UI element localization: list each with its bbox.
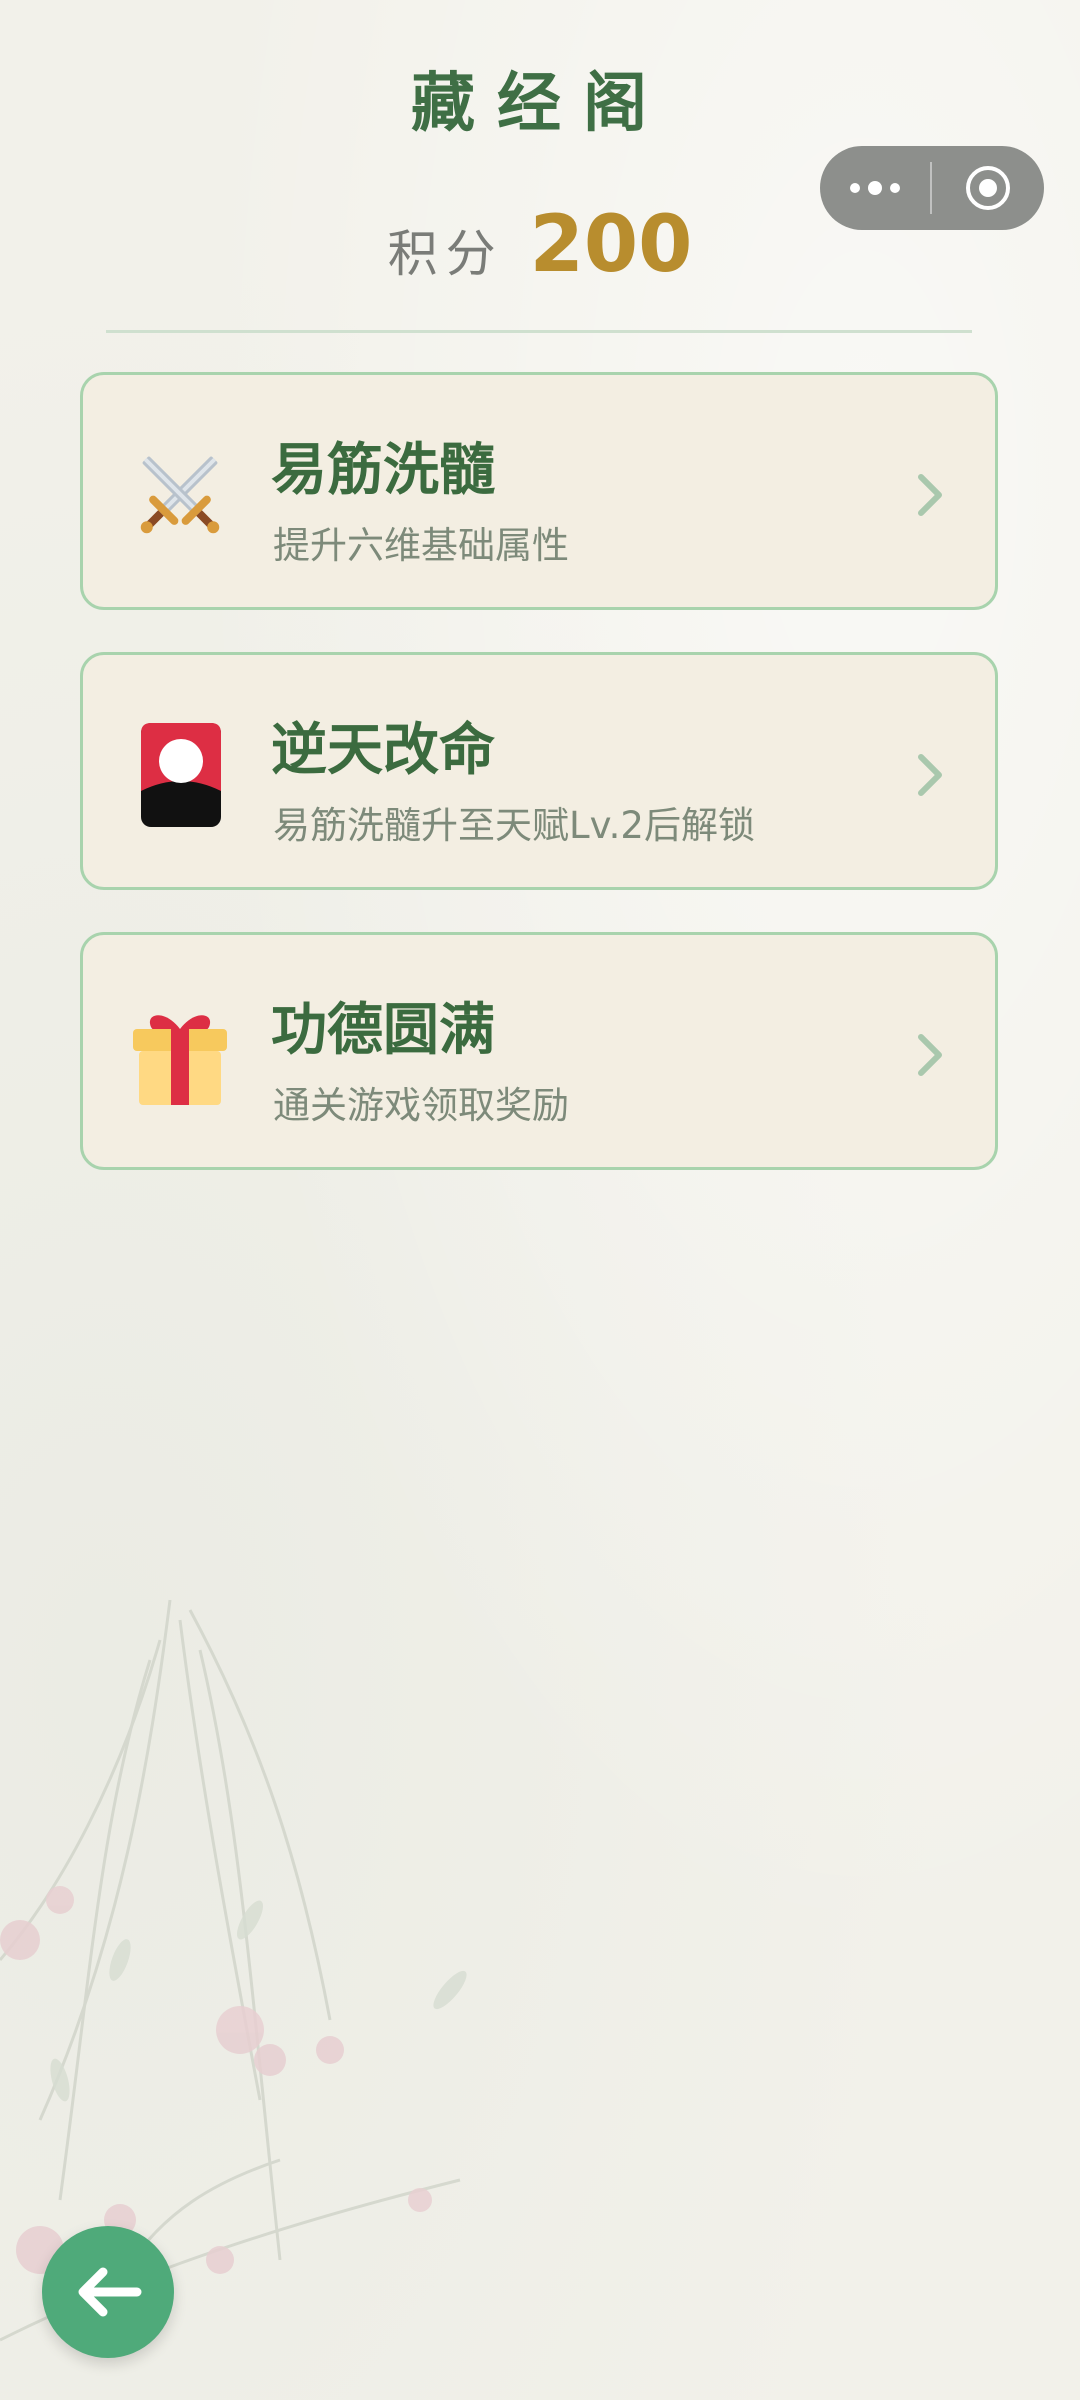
menu-card-defy-fate[interactable]: 逆天改命 易筋洗髓升至天赋Lv.2后解锁 xyxy=(80,652,998,890)
card-subtitle: 易筋洗髓升至天赋Lv.2后解锁 xyxy=(273,804,755,847)
menu-card-merit-complete[interactable]: 功德圆满 通关游戏领取奖励 xyxy=(80,932,998,1170)
arrow-left-icon xyxy=(78,2267,142,2317)
chevron-right-icon xyxy=(918,474,942,516)
header-divider xyxy=(106,330,972,333)
fate-card-icon xyxy=(141,723,221,827)
page-title: 藏经阁 xyxy=(411,67,669,141)
chevron-right-icon xyxy=(918,754,942,796)
menu-card-tendon-marrow[interactable]: 易筋洗髓 提升六维基础属性 xyxy=(80,372,998,610)
chevron-right-icon xyxy=(918,1034,942,1076)
card-title: 易筋洗髓 xyxy=(271,438,495,503)
score-display: 积分 200 xyxy=(0,200,1080,290)
gift-icon xyxy=(133,1015,227,1105)
back-button[interactable] xyxy=(42,2226,174,2358)
score-value: 200 xyxy=(529,200,693,290)
score-label: 积分 xyxy=(387,225,504,283)
card-title: 功德圆满 xyxy=(271,998,495,1063)
crossed-swords-icon xyxy=(140,456,220,534)
card-subtitle: 通关游戏领取奖励 xyxy=(273,1084,569,1127)
card-title: 逆天改命 xyxy=(271,718,495,783)
more-dots-icon xyxy=(850,181,900,195)
card-subtitle: 提升六维基础属性 xyxy=(273,524,569,567)
